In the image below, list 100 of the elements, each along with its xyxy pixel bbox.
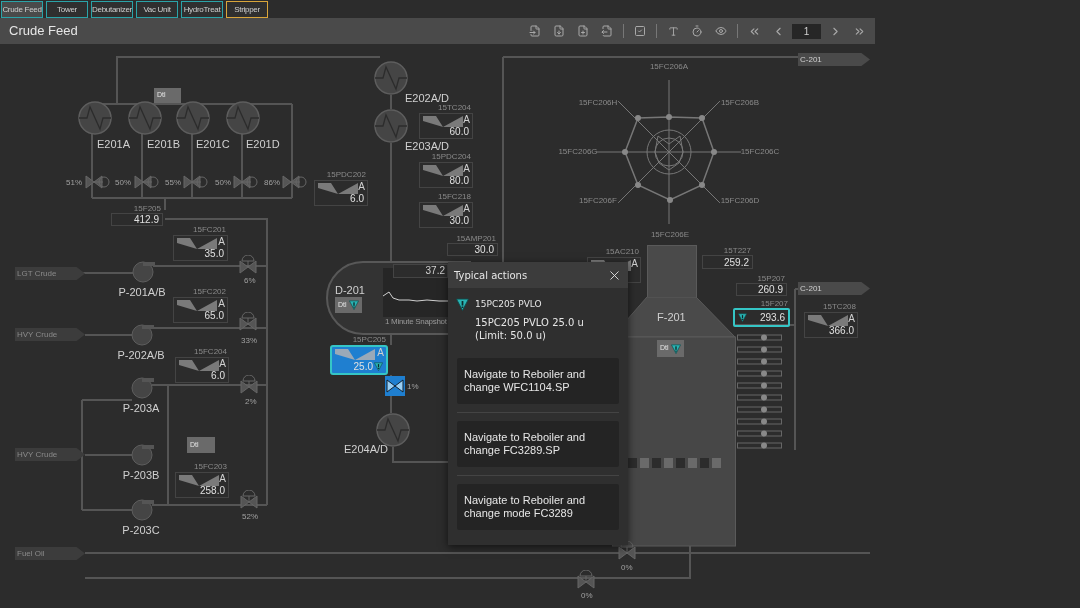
equipment-label: F-201 <box>657 310 686 325</box>
tab[interactable]: Vac Unit <box>136 1 178 18</box>
mode-label: A <box>219 358 226 370</box>
trend-caption: 1 Minute Snapshot <box>385 317 447 326</box>
faceplate-value: 80.0 <box>449 175 469 186</box>
stream-connector[interactable]: C-201 <box>798 282 870 295</box>
mode-label: A <box>463 203 470 215</box>
page-number-field[interactable]: 1 <box>792 23 821 39</box>
faceplate-value: 65.0 <box>204 310 224 321</box>
readout-value: 293.6 <box>759 312 785 323</box>
range-indicator <box>808 315 848 326</box>
equipment-label: P-201A/B <box>117 285 167 300</box>
mode-label: A <box>463 163 470 175</box>
equipment-label: P-203A <box>121 401 161 416</box>
action-button[interactable]: Navigate to Reboiler and change FC3289.SP <box>457 421 619 467</box>
valve-reading: 86% <box>264 177 280 189</box>
tag-label: 15T227 <box>722 247 751 255</box>
readout-value: 260.9 <box>757 284 783 295</box>
faceplate[interactable]: A 258.0 <box>175 472 229 498</box>
tag-label: 15FC204 <box>193 348 227 356</box>
faceplate[interactable]: A 6.0 <box>314 180 368 206</box>
alarm-message: 15PC205 PVLO 25.0 u <box>475 316 584 329</box>
tag-label: 15PC205 <box>351 336 386 344</box>
faceplate-value: 258.0 <box>199 485 225 496</box>
valve-reading: 2% <box>245 396 257 408</box>
popup-title: Typical actions <box>454 268 528 283</box>
tag-label: 15TC208 <box>822 303 856 311</box>
faceplate-value: 25.0 <box>353 361 373 372</box>
mode-label: A <box>848 313 855 325</box>
valve-reading: 51% <box>66 177 82 189</box>
range-indicator <box>179 475 219 486</box>
faceplate-value: 6.0 <box>350 193 364 204</box>
faceplate[interactable]: A 60.0 <box>419 113 473 139</box>
alarm-icon <box>738 313 747 322</box>
tab[interactable]: Debutanizer <box>91 1 133 18</box>
tag-label: 15FC202 <box>192 288 226 296</box>
equipment-label: E203A/D <box>405 139 450 154</box>
valve-icon[interactable] <box>385 374 405 396</box>
equipment-label: E201B <box>147 137 181 152</box>
alarm-icon <box>456 298 469 311</box>
alarm-limit: (Limit: 50.0 u) <box>475 329 547 342</box>
equipment-label: E201D <box>246 137 280 152</box>
heat-exchanger-icon <box>78 101 112 135</box>
faceplate[interactable]: A 30.0 <box>419 202 473 228</box>
faceplate[interactable]: A 6.0 <box>175 357 229 383</box>
range-indicator <box>177 238 217 249</box>
faceplate-value: 30.0 <box>449 215 469 226</box>
heat-exchanger-icon <box>374 61 408 95</box>
tab[interactable]: Stripper <box>226 1 268 18</box>
pump-icon <box>131 499 155 521</box>
equipment-label: D-201 <box>335 283 365 298</box>
tab[interactable]: HydroTreat <box>181 1 223 18</box>
pump-icon <box>131 377 155 399</box>
tag-label: 15AC210 <box>604 248 639 256</box>
tag-label: 15FC201 <box>192 226 226 234</box>
radar-axis-label: 15FC206D <box>719 195 761 205</box>
action-button[interactable]: Navigate to Reboiler and change WFC1104.SP <box>457 358 619 404</box>
faceplate-value: 366.0 <box>828 325 854 336</box>
tab[interactable]: Crude Feed <box>1 1 43 18</box>
stream-connector[interactable]: C-201 <box>798 53 870 66</box>
range-indicator <box>177 300 217 311</box>
faceplate[interactable]: A 35.0 <box>173 235 228 261</box>
tag-label: 15PDC204 <box>430 153 471 161</box>
faceplate-value: 60.0 <box>449 126 469 137</box>
equipment-label: E201A <box>97 137 131 152</box>
page-title: Crude Feed <box>9 22 78 41</box>
tag-label: 15P207 <box>756 275 785 283</box>
valve-reading: 1% <box>407 381 419 393</box>
pump-icon <box>132 261 156 283</box>
readout-value: 259.2 <box>723 256 749 268</box>
range-indicator <box>423 116 463 127</box>
pump-icon <box>131 324 155 346</box>
heat-exchanger-icon <box>176 101 210 135</box>
faceplate[interactable]: A 366.0 <box>804 312 858 338</box>
tag-label: 15PDC202 <box>325 171 366 179</box>
tab[interactable]: Tower <box>46 1 88 18</box>
tag-label: 15TC204 <box>437 104 471 112</box>
range-indicator <box>335 349 375 360</box>
mode-label: A <box>358 181 365 193</box>
tag-label: 15FC218 <box>437 193 471 201</box>
tag-label: 15FC203 <box>193 463 227 471</box>
equipment-label: P-202A/B <box>116 348 166 363</box>
faceplate[interactable]: A 65.0 <box>173 297 228 323</box>
heat-exchanger-icon <box>374 109 408 143</box>
valve-reading: 6% <box>244 275 256 287</box>
faceplate[interactable]: A 80.0 <box>419 162 473 188</box>
faceplate-value: 35.0 <box>204 248 224 259</box>
equipment-label: P-203B <box>121 468 161 483</box>
valve-reading: 33% <box>241 335 257 347</box>
heater-stack <box>647 245 697 298</box>
tag-label: 15F207 <box>759 300 788 308</box>
mode-label: A <box>377 347 384 359</box>
mode-label: A <box>219 473 226 485</box>
alarm-tag: 15PC205 PVLO <box>475 298 584 310</box>
radar-axis-label: 15FC206G <box>557 146 599 156</box>
faceplate-value: 6.0 <box>211 370 225 381</box>
radar-axis-label: 15FC206E <box>649 229 691 239</box>
action-button[interactable]: Navigate to Reboiler and change mode FC3289 <box>457 484 619 530</box>
equipment-label: P-203C <box>121 523 161 538</box>
tag-label: 15AMP201 <box>455 235 496 243</box>
